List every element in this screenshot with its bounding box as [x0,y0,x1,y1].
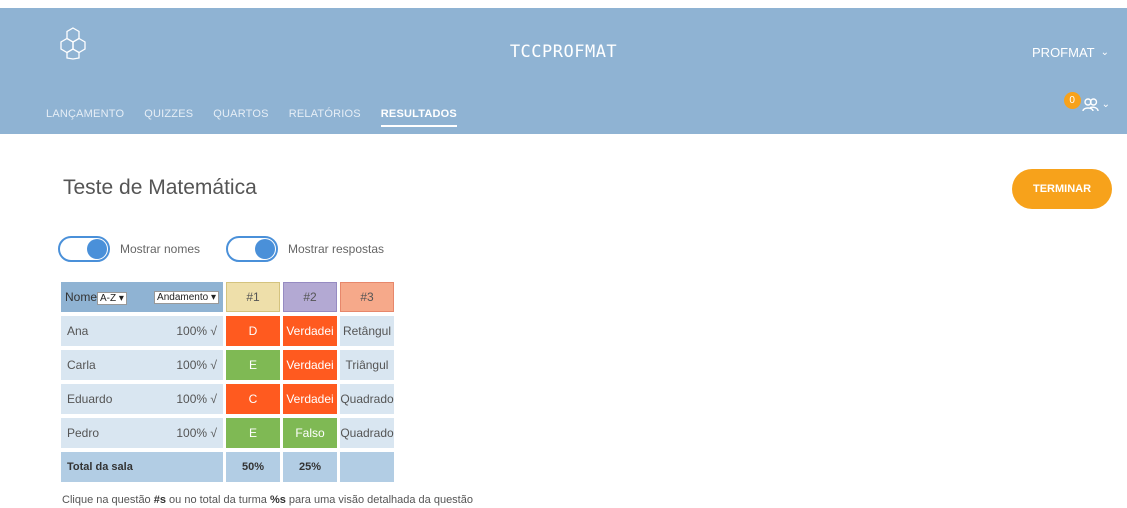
answer-cell[interactable]: Falso [283,418,337,448]
total-row: Total da sala 50% 25% [61,452,394,482]
answer-cell[interactable]: E [226,418,280,448]
question-1-header[interactable]: #1 [226,282,280,312]
total-label: Total da sala [61,452,223,482]
answer-cell[interactable]: Verdadei [283,384,337,414]
answer-cell[interactable]: Quadrado [340,418,394,448]
app-title: TCCPROFMAT [509,42,618,62]
top-header: TCCPROFMAT PROFMAT ⌄ LANÇAMENTO QUIZZES … [0,8,1127,134]
student-name: Eduardo [67,392,113,406]
answer-cell[interactable]: Triângul [340,350,394,380]
page-title: Teste de Matemática [63,176,257,199]
chevron-down-icon: ⌄ [1101,99,1110,110]
sort-select[interactable]: A-Z ▾ [97,292,127,305]
answer-cell[interactable]: D [226,316,280,346]
answer-cell[interactable]: Verdadei [283,316,337,346]
table-header-row: Nome A-Z ▾ Andamento ▾ #1 #2 #3 [61,282,394,312]
total-cell[interactable]: 25% [283,452,337,482]
answer-cell[interactable]: Retângul [340,316,394,346]
name-column-header: Nome A-Z ▾ Andamento ▾ [61,282,223,312]
show-names-switch[interactable] [58,236,110,262]
question-2-header[interactable]: #2 [283,282,337,312]
help-text: Clique na questão #s ou no total da turm… [62,494,473,506]
student-progress: 100% √ [176,392,217,406]
answer-cell[interactable]: E [226,350,280,380]
users-icon [1081,98,1099,112]
notification-badge: 0 [1063,92,1081,109]
student-cell[interactable]: Eduardo 100% √ [61,384,223,414]
answer-cell[interactable]: C [226,384,280,414]
main-nav: LANÇAMENTO QUIZZES QUARTOS RELATÓRIOS RE… [46,108,477,127]
switch-knob [87,239,107,259]
table-row: Carla 100% √ E Verdadei Triângul [61,350,394,380]
show-answers-switch[interactable] [226,236,278,262]
answer-cell[interactable]: Verdadei [283,350,337,380]
tab-relatorios[interactable]: RELATÓRIOS [289,108,361,127]
student-cell[interactable]: Pedro 100% √ [61,418,223,448]
total-cell[interactable]: 50% [226,452,280,482]
tab-quartos[interactable]: QUARTOS [213,108,268,127]
notifications-menu[interactable]: 0 ⌄ [1063,92,1110,112]
toggle-show-names: Mostrar nomes [58,236,200,262]
table-row: Ana 100% √ D Verdadei Retângul [61,316,394,346]
student-progress: 100% √ [176,426,217,440]
toggle-show-answers: Mostrar respostas [226,236,384,262]
progress-select[interactable]: Andamento ▾ [154,290,219,304]
chevron-down-icon: ⌄ [1100,47,1109,58]
tab-lancamento[interactable]: LANÇAMENTO [46,108,124,127]
user-menu[interactable]: PROFMAT ⌄ [1032,45,1109,60]
student-name: Pedro [67,426,100,440]
student-progress: 100% √ [176,324,217,338]
answer-cell[interactable]: Quadrado [340,384,394,414]
user-label: PROFMAT [1032,45,1095,60]
switch-knob [255,239,275,259]
name-header-label: Nome [65,290,98,304]
student-cell[interactable]: Ana 100% √ [61,316,223,346]
table-row: Pedro 100% √ E Falso Quadrado [61,418,394,448]
student-cell[interactable]: Carla 100% √ [61,350,223,380]
results-table: Nome A-Z ▾ Andamento ▾ #1 #2 #3 Ana 100% √… [58,278,397,486]
show-answers-label: Mostrar respostas [288,242,385,256]
student-name: Ana [67,324,89,338]
question-3-header[interactable]: #3 [340,282,394,312]
tab-resultados[interactable]: RESULTADOS [380,108,457,127]
finish-button[interactable]: TERMINAR [1012,169,1112,209]
student-progress: 100% √ [176,358,217,372]
student-name: Carla [67,358,96,372]
total-cell[interactable] [340,452,394,482]
table-row: Eduardo 100% √ C Verdadei Quadrado [61,384,394,414]
tab-quizzes[interactable]: QUIZZES [144,108,193,127]
show-names-label: Mostrar nomes [120,242,201,256]
